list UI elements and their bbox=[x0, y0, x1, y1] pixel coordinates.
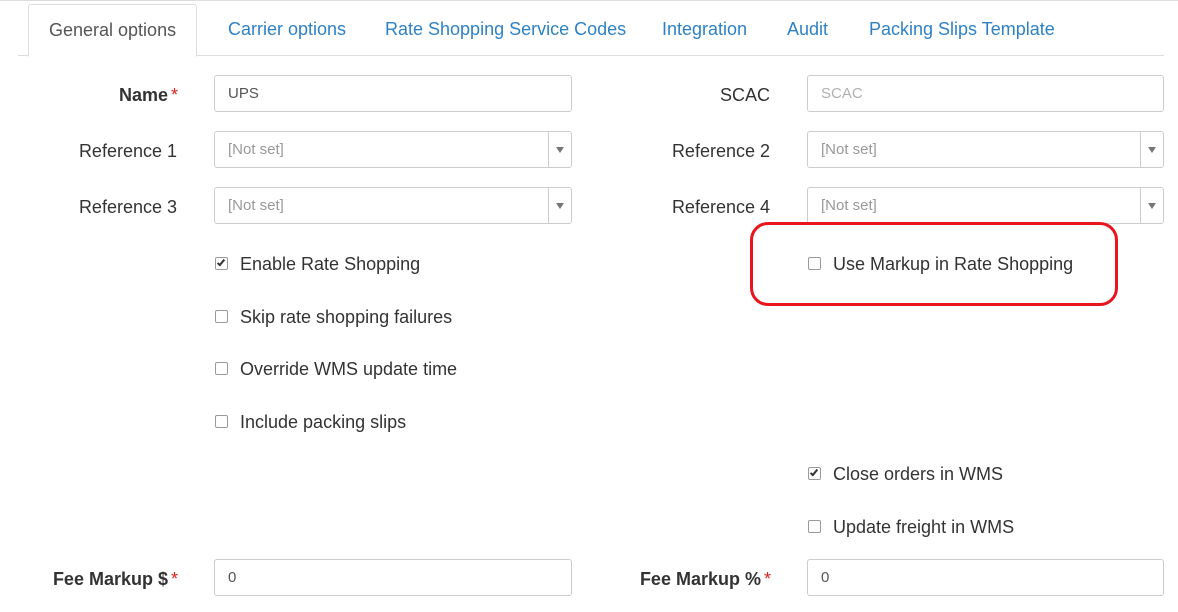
tab-general-options[interactable]: General options bbox=[28, 4, 198, 57]
checkmark-icon bbox=[216, 257, 226, 267]
reference1-select[interactable]: [Not set] bbox=[214, 131, 572, 168]
reference3-value: [Not set] bbox=[228, 197, 284, 214]
update-freight-checkbox[interactable] bbox=[808, 520, 821, 533]
reference3-label: Reference 3 bbox=[78, 197, 177, 217]
tab-carrier-options[interactable]: Carrier options bbox=[214, 4, 360, 56]
name-label: Name * bbox=[118, 85, 178, 105]
close-orders-checkbox[interactable] bbox=[808, 467, 821, 480]
top-border bbox=[0, 0, 1178, 1]
tab-integration[interactable]: Integration bbox=[648, 4, 761, 56]
override-wms-checkbox[interactable] bbox=[215, 362, 228, 375]
reference3-dropdown-toggle[interactable] bbox=[548, 188, 571, 223]
scac-label: SCAC bbox=[719, 85, 770, 105]
include-packing-label: Include packing slips bbox=[240, 412, 407, 432]
reference1-value: [Not set] bbox=[228, 141, 284, 158]
highlight-annotation bbox=[750, 222, 1118, 306]
fee-markup-dollar-input[interactable] bbox=[214, 559, 572, 596]
reference3-select[interactable]: [Not set] bbox=[214, 187, 572, 224]
reference4-dropdown-toggle[interactable] bbox=[1140, 188, 1163, 223]
chevron-down-icon bbox=[1148, 203, 1156, 209]
enable-rate-shopping-label: Enable Rate Shopping bbox=[240, 254, 421, 274]
tab-bar: General options Carrier options Rate Sho… bbox=[28, 4, 1164, 57]
reference2-select[interactable]: [Not set] bbox=[807, 131, 1164, 168]
override-wms-label: Override WMS update time bbox=[240, 359, 458, 379]
enable-rate-shopping-checkbox[interactable] bbox=[215, 257, 228, 270]
tab-audit[interactable]: Audit bbox=[773, 4, 842, 56]
reference4-label: Reference 4 bbox=[671, 197, 770, 217]
include-packing-checkbox[interactable] bbox=[215, 415, 228, 428]
fee-markup-percent-input[interactable] bbox=[807, 559, 1164, 596]
tab-rate-shopping-service-codes[interactable]: Rate Shopping Service Codes bbox=[371, 4, 640, 56]
skip-failures-checkbox[interactable] bbox=[215, 310, 228, 323]
reference1-dropdown-toggle[interactable] bbox=[548, 132, 571, 167]
chevron-down-icon bbox=[1148, 147, 1156, 153]
fee-markup-percent-label: Fee Markup % * bbox=[639, 569, 771, 589]
close-orders-label: Close orders in WMS bbox=[833, 464, 1004, 484]
required-mark: * bbox=[763, 569, 771, 589]
reference2-label: Reference 2 bbox=[671, 141, 770, 161]
scac-input[interactable] bbox=[807, 75, 1164, 112]
chevron-down-icon bbox=[556, 147, 564, 153]
reference2-dropdown-toggle[interactable] bbox=[1140, 132, 1163, 167]
checkmark-icon bbox=[809, 467, 819, 477]
reference4-select[interactable]: [Not set] bbox=[807, 187, 1164, 224]
required-mark: * bbox=[170, 85, 178, 105]
chevron-down-icon bbox=[556, 203, 564, 209]
required-mark: * bbox=[170, 569, 178, 589]
update-freight-label: Update freight in WMS bbox=[833, 517, 1015, 537]
tab-packing-slips-template[interactable]: Packing Slips Template bbox=[855, 4, 1069, 56]
reference4-value: [Not set] bbox=[821, 197, 877, 214]
reference1-label: Reference 1 bbox=[78, 141, 177, 161]
name-input[interactable] bbox=[214, 75, 572, 112]
skip-failures-label: Skip rate shopping failures bbox=[240, 307, 453, 327]
reference2-value: [Not set] bbox=[821, 141, 877, 158]
fee-markup-dollar-label: Fee Markup $ * bbox=[52, 569, 178, 589]
